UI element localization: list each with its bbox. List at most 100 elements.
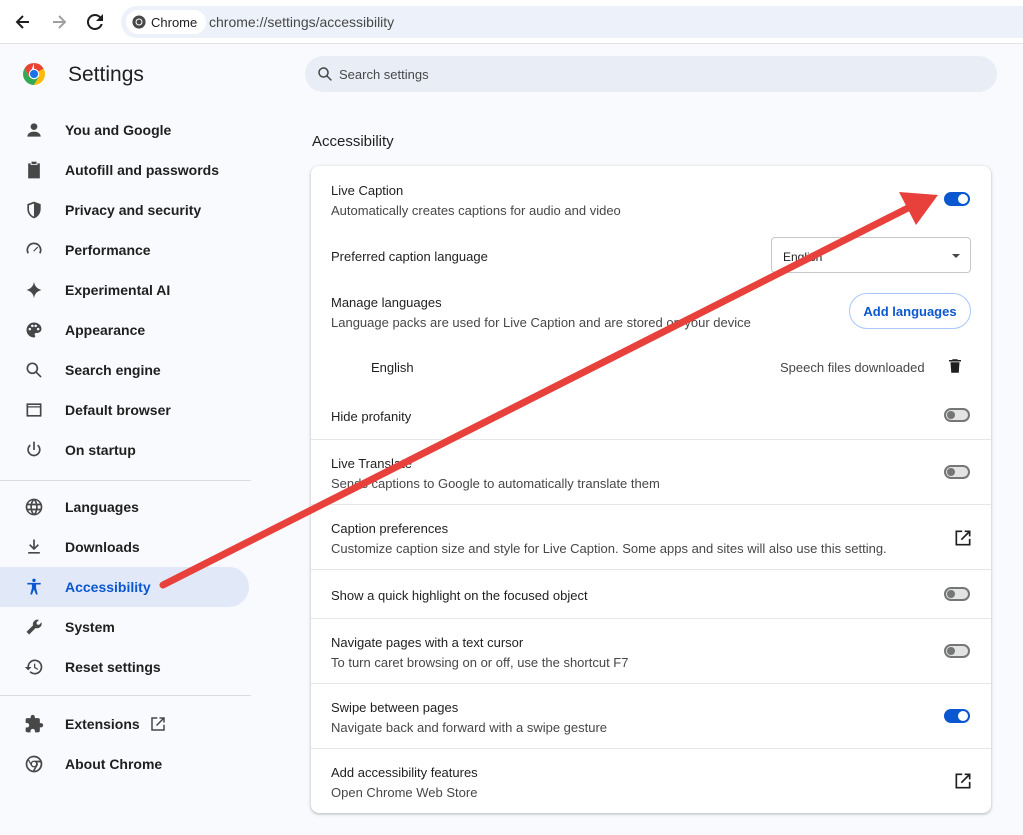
toggle-knob — [958, 711, 968, 721]
search-input[interactable] — [339, 65, 939, 83]
sidebar-item-label: About Chrome — [65, 756, 163, 772]
page-title: Settings — [68, 63, 144, 86]
live-translate-toggle[interactable] — [944, 465, 970, 479]
sidebar-item-label: Experimental AI — [65, 282, 171, 298]
sidebar-item-label: Accessibility — [65, 579, 151, 595]
site-info-chip[interactable]: Chrome — [126, 10, 207, 34]
setting-title: Add accessibility features — [331, 765, 478, 780]
sidebar-item-downloads[interactable]: Downloads — [0, 527, 249, 567]
forward-button[interactable] — [46, 9, 72, 35]
setting-subtitle: Open Chrome Web Store — [331, 785, 478, 800]
select-value: English — [783, 250, 823, 264]
sidebar-item-privacy[interactable]: Privacy and security — [0, 190, 249, 230]
chrome-logo-icon — [132, 15, 146, 29]
caption-language-select[interactable]: English — [771, 237, 971, 273]
swipe-between-pages-toggle[interactable] — [944, 709, 970, 723]
open-in-new-icon[interactable] — [953, 528, 973, 548]
setting-subtitle: To turn caret browsing on or off, use th… — [331, 655, 629, 670]
back-button[interactable] — [10, 9, 36, 35]
address-bar[interactable]: Chrome chrome://settings/accessibility — [121, 6, 1023, 38]
sidebar-item-languages[interactable]: Languages — [0, 487, 249, 527]
sidebar-item-system[interactable]: System — [0, 607, 249, 647]
focus-highlight-row[interactable]: Show a quick highlight on the focused ob… — [311, 569, 991, 618]
chrome-icon — [24, 754, 44, 774]
puzzle-icon — [24, 714, 44, 734]
add-languages-button[interactable]: Add languages — [849, 293, 971, 329]
sidebar-divider — [0, 480, 251, 481]
hide-profanity-row[interactable]: Hide profanity — [311, 392, 991, 440]
live-caption-toggle[interactable] — [944, 192, 970, 206]
open-in-new-icon — [149, 715, 167, 733]
sidebar-item-accessibility[interactable]: Accessibility — [0, 567, 249, 607]
hide-profanity-toggle[interactable] — [944, 408, 970, 422]
reload-icon — [87, 14, 103, 30]
accessibility-settings-card: Live Caption Automatically creates capti… — [311, 166, 991, 813]
sidebar-item-autofill[interactable]: Autofill and passwords — [0, 150, 249, 190]
setting-subtitle: Language packs are used for Live Caption… — [331, 315, 751, 330]
sidebar-item-reset-settings[interactable]: Reset settings — [0, 647, 249, 687]
sidebar-item-label: Reset settings — [65, 659, 161, 675]
arrow-right-icon — [53, 15, 67, 29]
dropdown-caret-icon — [952, 254, 960, 258]
toggle-knob — [947, 411, 955, 419]
sidebar-item-about-chrome[interactable]: About Chrome — [0, 744, 249, 784]
live-translate-row[interactable]: Live Translate Sends captions to Google … — [311, 439, 991, 505]
globe-icon — [24, 497, 44, 517]
toggle-knob — [958, 194, 968, 204]
sidebar-item-extensions[interactable]: Extensions — [0, 704, 249, 744]
sidebar-item-label: Languages — [65, 499, 139, 515]
search-icon — [24, 360, 44, 380]
sidebar-item-appearance[interactable]: Appearance — [0, 310, 249, 350]
add-accessibility-features-row[interactable]: Add accessibility features Open Chrome W… — [311, 748, 991, 813]
setting-title: Live Translate — [331, 456, 412, 471]
url-text[interactable]: chrome://settings/accessibility — [209, 14, 394, 30]
sidebar-item-label: System — [65, 619, 115, 635]
palette-icon — [24, 320, 44, 340]
toggle-knob — [947, 647, 955, 655]
reload-button[interactable] — [82, 9, 108, 35]
setting-subtitle: Automatically creates captions for audio… — [331, 203, 621, 218]
accessibility-icon — [24, 577, 44, 597]
sidebar-item-on-startup[interactable]: On startup — [0, 430, 249, 470]
search-icon — [316, 65, 334, 83]
browser-toolbar: Chrome chrome://settings/accessibility — [0, 0, 1023, 44]
sidebar-item-label: Default browser — [65, 402, 171, 418]
live-caption-row[interactable]: Live Caption Automatically creates capti… — [311, 166, 991, 226]
sidebar-item-label: Search engine — [65, 362, 161, 378]
sidebar-item-label: You and Google — [65, 122, 172, 138]
caption-preferences-row[interactable]: Caption preferences Customize caption si… — [311, 504, 991, 570]
clipboard-icon — [24, 160, 44, 180]
installed-language-name: English — [371, 360, 414, 375]
delete-language-button[interactable] — [946, 357, 964, 375]
history-icon — [24, 657, 44, 677]
focus-highlight-toggle[interactable] — [944, 587, 970, 601]
installed-language-status: Speech files downloaded — [780, 360, 925, 375]
download-icon — [24, 537, 44, 557]
sidebar-item-label: Extensions — [65, 716, 140, 732]
sidebar-item-search-engine[interactable]: Search engine — [0, 350, 249, 390]
browser-window-icon — [24, 400, 44, 420]
caret-browsing-toggle[interactable] — [944, 644, 970, 658]
setting-title: Hide profanity — [331, 409, 412, 424]
sidebar-item-default-browser[interactable]: Default browser — [0, 390, 249, 430]
swipe-between-pages-row[interactable]: Swipe between pages Navigate back and fo… — [311, 683, 991, 749]
chrome-logo-icon — [23, 63, 45, 85]
sidebar-item-experimental-ai[interactable]: Experimental AI — [0, 270, 249, 310]
power-icon — [24, 440, 44, 460]
setting-subtitle: Navigate back and forward with a swipe g… — [331, 720, 608, 735]
search-settings-box[interactable] — [305, 56, 997, 92]
caret-browsing-row[interactable]: Navigate pages with a text cursor To tur… — [311, 618, 991, 684]
open-in-new-icon[interactable] — [953, 771, 973, 791]
sidebar-divider — [0, 695, 251, 696]
person-icon — [24, 120, 44, 140]
setting-subtitle: Sends captions to Google to automaticall… — [331, 476, 660, 491]
sidebar-item-performance[interactable]: Performance — [0, 230, 249, 270]
setting-title: Caption preferences — [331, 521, 449, 536]
trash-icon — [949, 359, 961, 373]
speedometer-icon — [24, 240, 44, 260]
sidebar-item-label: Downloads — [65, 539, 140, 555]
sidebar-item-you-and-google[interactable]: You and Google — [0, 110, 249, 150]
sidebar-item-label: Autofill and passwords — [65, 162, 220, 178]
sparkle-icon — [24, 280, 44, 300]
setting-title: Navigate pages with a text cursor — [331, 635, 524, 650]
